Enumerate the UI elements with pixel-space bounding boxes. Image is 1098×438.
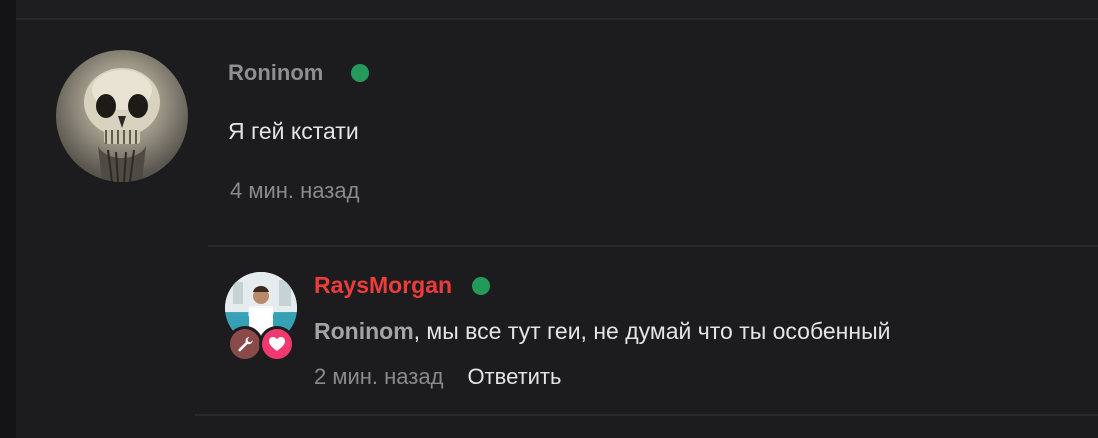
wrench-icon xyxy=(238,337,253,352)
left-gutter xyxy=(0,0,16,438)
previous-comment-edge xyxy=(16,0,1098,20)
online-indicator xyxy=(472,276,491,295)
reply-body: , мы все тут геи, не думай что ты особен… xyxy=(413,318,891,344)
moderator-badge xyxy=(227,326,263,362)
reply-button[interactable]: Ответить xyxy=(467,364,561,390)
divider xyxy=(208,245,1098,247)
comment: Roninom Я гей кстати 4 мин. назад xyxy=(56,50,1098,230)
mention-link[interactable]: Roninom xyxy=(314,318,414,344)
reply-comment: RaysMorgan Roninom, мы все тут геи, не д… xyxy=(225,270,1098,410)
divider xyxy=(195,414,1098,416)
reply-timestamp: 2 мин. назад xyxy=(314,364,444,389)
online-indicator xyxy=(351,64,370,82)
comment-timestamp: 4 мин. назад xyxy=(230,178,360,203)
reply-text: Roninom, мы все тут геи, не думай что ты… xyxy=(314,318,890,345)
comment-text: Я гей кстати xyxy=(228,118,359,144)
heart-icon xyxy=(269,337,285,351)
reply-meta: 2 мин. назад Ответить xyxy=(314,364,561,390)
comment-author[interactable]: Roninom xyxy=(228,60,323,86)
reply-author-row: RaysMorgan xyxy=(314,272,491,299)
skull-icon xyxy=(84,68,160,182)
avatar[interactable] xyxy=(56,50,188,182)
comment-author-row: Roninom xyxy=(228,60,370,86)
reply-author[interactable]: RaysMorgan xyxy=(314,272,452,299)
supporter-badge xyxy=(259,326,295,362)
